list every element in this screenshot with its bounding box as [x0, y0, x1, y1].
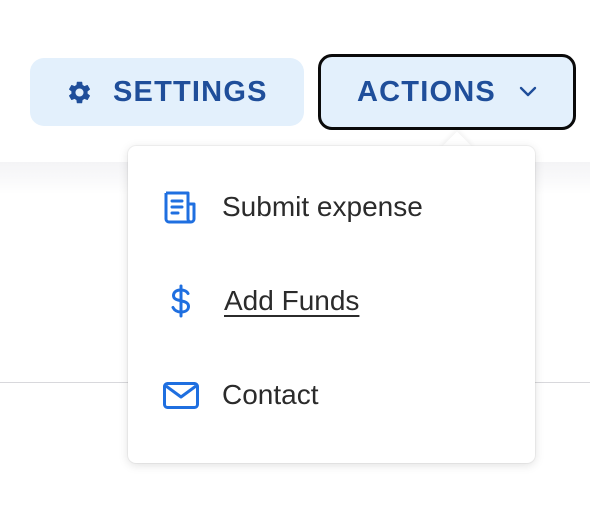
menu-item-label: Add Funds: [224, 285, 360, 316]
menu-item-label: Contact: [222, 379, 319, 410]
settings-button[interactable]: SETTINGS: [30, 58, 304, 126]
menu-item-label: Submit expense: [222, 191, 423, 222]
settings-button-label: SETTINGS: [113, 75, 268, 108]
chevron-down-icon: [518, 85, 538, 99]
receipt-icon: [162, 188, 200, 226]
dollar-icon: [162, 282, 200, 320]
menu-item-add-funds[interactable]: Add Funds: [128, 256, 535, 346]
actions-button-label: ACTIONS: [357, 75, 496, 108]
actions-dropdown-menu: Submit expense Add Funds Contact: [128, 146, 535, 463]
gear-icon: [66, 79, 93, 106]
actions-button[interactable]: ACTIONS: [318, 54, 576, 130]
mail-icon: [162, 376, 200, 414]
menu-item-submit-expense[interactable]: Submit expense: [128, 162, 535, 252]
menu-item-contact[interactable]: Contact: [128, 350, 535, 440]
